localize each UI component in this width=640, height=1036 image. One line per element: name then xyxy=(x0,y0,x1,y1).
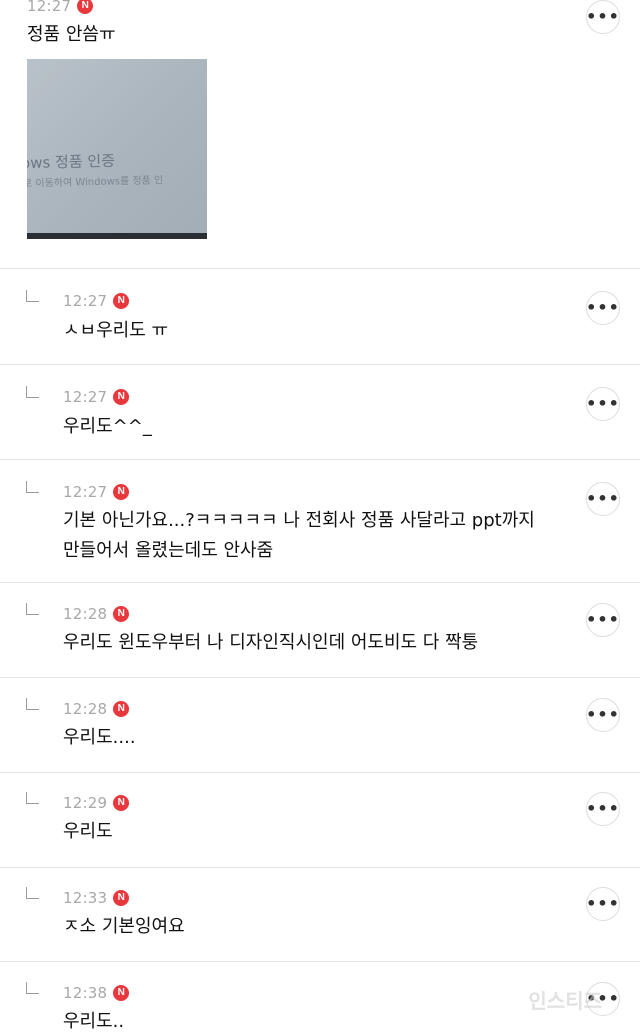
comment-text: ㅈ소 기본잉여요 xyxy=(63,916,185,937)
reply-arrow-icon xyxy=(26,698,39,710)
photo-taskbar xyxy=(27,233,207,239)
photo-caption-line1: ows 정품 인증 xyxy=(27,151,116,173)
comment-time: 12:28 xyxy=(63,605,108,623)
comment-text: 우리도 윈도우부터 나 디자인직시인데 어도비도 다 짝퉁 xyxy=(63,632,479,653)
comment-meta: 12:33 N xyxy=(63,887,130,909)
comment-text: ㅅㅂ우리도 ㅠ xyxy=(63,320,169,341)
comment-meta: 12:27 N xyxy=(63,386,130,408)
reply-arrow-icon xyxy=(26,887,39,899)
comment-text: 정품 안씀ㅠ xyxy=(27,24,116,45)
comment-meta: 12:28 N xyxy=(63,698,130,720)
more-options-button[interactable]: ••• xyxy=(586,603,620,637)
more-options-button[interactable]: ••• xyxy=(586,698,620,732)
comment-time: 12:38 xyxy=(63,984,108,1002)
comment-text: 우리도 xyxy=(63,821,113,842)
comment-text-line2: 만들어서 올렸는데도 안사줌 xyxy=(63,540,274,561)
reply-arrow-icon xyxy=(26,481,39,493)
reply-arrow-icon xyxy=(26,386,39,398)
reply-arrow-icon xyxy=(26,603,39,615)
more-options-button[interactable]: ••• xyxy=(586,792,620,826)
comment-time: 12:27 xyxy=(63,292,108,310)
reply-item: 12:27 N ㅅㅂ우리도 ㅠ ••• xyxy=(0,269,640,365)
comment-meta: 12:27 N xyxy=(27,0,94,17)
comment-time: 12:27 xyxy=(63,483,108,501)
new-badge-icon: N xyxy=(113,484,130,500)
comment-time: 12:33 xyxy=(63,889,108,907)
comment-time: 12:29 xyxy=(63,794,108,812)
reply-item: 12:29 N 우리도 ••• xyxy=(0,773,640,868)
more-options-button[interactable]: ••• xyxy=(586,291,620,325)
comment-meta: 12:29 N xyxy=(63,792,130,814)
reply-arrow-icon xyxy=(26,290,39,302)
reply-arrow-icon xyxy=(26,792,39,804)
photo-caption-line2: 로 이동하여 Windows를 정품 인 xyxy=(27,175,164,190)
comment-meta: 12:38 N xyxy=(63,982,130,1004)
reply-item: 12:28 N 우리도 윈도우부터 나 디자인직시인데 어도비도 다 짝퉁 ••… xyxy=(0,583,640,678)
reply-item: 12:27 N 기본 아닌가요...?ㅋㅋㅋㅋㅋ 나 전회사 정품 사달라고 p… xyxy=(0,460,640,583)
new-badge-icon: N xyxy=(113,606,130,622)
new-badge-icon: N xyxy=(113,795,130,811)
new-badge-icon: N xyxy=(113,293,130,309)
comment-meta: 12:27 N xyxy=(63,290,130,312)
comment-time: 12:28 xyxy=(63,700,108,718)
site-watermark: 인스티즈 xyxy=(528,989,602,1013)
comment-text: 우리도.. xyxy=(63,1011,125,1032)
more-options-button[interactable]: ••• xyxy=(586,887,620,921)
comment-text: 우리도^^_ xyxy=(63,416,152,437)
comment-meta: 12:27 N xyxy=(63,481,130,503)
reply-item: 12:33 N ㅈ소 기본잉여요 ••• xyxy=(0,868,640,962)
comment-text: 우리도.... xyxy=(63,727,136,748)
more-options-button[interactable]: ••• xyxy=(586,0,620,34)
new-badge-icon: N xyxy=(113,701,130,717)
reply-arrow-icon xyxy=(26,982,39,994)
comment-time: 12:27 xyxy=(63,388,108,406)
more-options-button[interactable]: ••• xyxy=(586,482,620,516)
reply-item: 12:28 N 우리도.... ••• xyxy=(0,678,640,773)
new-badge-icon: N xyxy=(113,389,130,405)
attached-photo[interactable]: ows 정품 인증 로 이동하여 Windows를 정품 인 xyxy=(27,59,207,239)
comment-time: 12:27 xyxy=(27,0,72,15)
comment-text-line1: 기본 아닌가요...?ㅋㅋㅋㅋㅋ 나 전회사 정품 사달라고 ppt까지 xyxy=(63,510,535,531)
new-badge-icon: N xyxy=(113,985,130,1001)
reply-item: 12:27 N 우리도^^_ ••• xyxy=(0,365,640,460)
comment-meta: 12:28 N xyxy=(63,603,130,625)
more-options-button[interactable]: ••• xyxy=(586,387,620,421)
new-badge-icon: N xyxy=(77,0,94,14)
new-badge-icon: N xyxy=(113,890,130,906)
comment-item: 12:27 N 정품 안씀ㅠ ows 정품 인증 로 이동하여 Windows를… xyxy=(0,0,640,269)
